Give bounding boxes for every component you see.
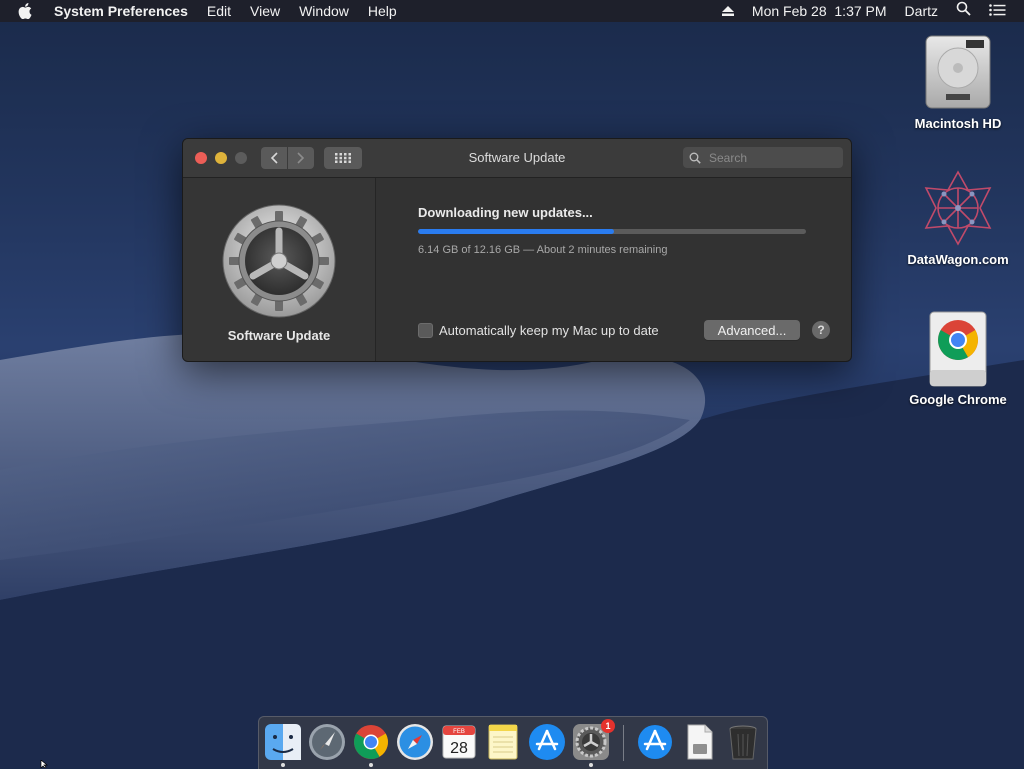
search-input[interactable] bbox=[707, 149, 831, 166]
notification-center-icon[interactable] bbox=[989, 0, 1006, 22]
hard-drive-icon bbox=[918, 32, 998, 112]
sidebar-panel: Software Update bbox=[183, 178, 376, 361]
auto-update-label[interactable]: Automatically keep my Mac up to date bbox=[439, 323, 659, 338]
launchpad-icon bbox=[309, 724, 345, 760]
progress-fill bbox=[418, 229, 614, 234]
menu-window[interactable]: Window bbox=[299, 0, 349, 22]
desktop-icon-label: Macintosh HD bbox=[914, 116, 1002, 131]
dock-document[interactable] bbox=[679, 722, 719, 762]
software-update-gear-icon bbox=[221, 203, 337, 319]
auto-update-row[interactable]: Automatically keep my Mac up to date bbox=[418, 323, 659, 338]
desktop-icon-label: Google Chrome bbox=[909, 392, 1007, 407]
menu-help[interactable]: Help bbox=[368, 0, 397, 22]
app-store-icon bbox=[529, 724, 565, 760]
dock-app-store-folder[interactable] bbox=[635, 722, 675, 762]
advanced-button[interactable]: Advanced... bbox=[704, 320, 800, 340]
spotlight-icon[interactable] bbox=[956, 0, 971, 22]
safari-icon bbox=[397, 724, 433, 760]
notification-badge: 1 bbox=[601, 719, 615, 733]
document-icon bbox=[687, 724, 713, 760]
dock-chrome[interactable] bbox=[351, 722, 391, 762]
apple-menu-icon[interactable] bbox=[18, 3, 38, 19]
dock-safari[interactable] bbox=[395, 722, 435, 762]
menu-user[interactable]: Dartz bbox=[905, 0, 938, 22]
sidebar-label: Software Update bbox=[227, 328, 331, 343]
datawagon-logo-icon bbox=[918, 168, 998, 248]
dock-launchpad[interactable] bbox=[307, 722, 347, 762]
dock-system-preferences[interactable]: 1 bbox=[571, 719, 615, 762]
dock-notes[interactable] bbox=[483, 722, 523, 762]
menu-bar: System Preferences Edit View Window Help… bbox=[0, 0, 1024, 22]
finder-icon bbox=[265, 724, 301, 760]
help-button[interactable]: ? bbox=[812, 321, 830, 339]
calendar-day: 28 bbox=[450, 740, 468, 757]
running-indicator bbox=[589, 763, 593, 767]
eject-icon[interactable] bbox=[721, 0, 734, 22]
notes-icon bbox=[488, 724, 518, 760]
download-progress-bar bbox=[418, 229, 806, 234]
menu-clock[interactable]: Mon Feb 28 1:37 PM bbox=[752, 0, 887, 22]
dock-separator bbox=[623, 725, 624, 761]
running-indicator bbox=[281, 763, 285, 767]
trash-icon bbox=[729, 725, 757, 760]
chrome-disk-icon bbox=[918, 308, 998, 388]
dock-calendar[interactable]: FEB 28 bbox=[439, 722, 479, 762]
download-status: 6.14 GB of 12.16 GB — About 2 minutes re… bbox=[418, 244, 668, 256]
window-titlebar[interactable]: Software Update bbox=[183, 139, 851, 178]
calendar-icon: FEB 28 bbox=[442, 725, 476, 759]
calendar-month: FEB bbox=[453, 729, 465, 735]
chrome-icon bbox=[354, 725, 388, 759]
desktop-icon-google-chrome[interactable]: Google Chrome bbox=[903, 308, 1013, 407]
menu-edit[interactable]: Edit bbox=[207, 0, 231, 22]
search-icon bbox=[689, 152, 701, 164]
desktop-icon-datawagon[interactable]: DataWagon.com bbox=[903, 168, 1013, 267]
running-indicator bbox=[369, 763, 373, 767]
download-title: Downloading new updates... bbox=[418, 205, 593, 220]
app-store-folder-icon bbox=[638, 725, 672, 759]
auto-update-checkbox[interactable] bbox=[418, 323, 433, 338]
search-field[interactable] bbox=[683, 147, 843, 168]
update-content: Downloading new updates... 6.14 GB of 12… bbox=[376, 178, 851, 361]
dock: FEB 28 1 bbox=[258, 716, 768, 769]
desktop-icon-label: DataWagon.com bbox=[907, 252, 1009, 267]
menu-app-name[interactable]: System Preferences bbox=[54, 0, 188, 22]
dock-finder[interactable] bbox=[263, 722, 303, 762]
mouse-cursor-icon bbox=[40, 760, 48, 768]
desktop-icon-macintosh-hd[interactable]: Macintosh HD bbox=[903, 32, 1013, 131]
wallpaper bbox=[0, 333, 1024, 768]
menu-view[interactable]: View bbox=[250, 0, 280, 22]
dock-app-store[interactable] bbox=[527, 722, 567, 762]
software-update-window: Software Update Search Software Update D… bbox=[182, 138, 852, 362]
dock-trash[interactable] bbox=[723, 722, 763, 762]
